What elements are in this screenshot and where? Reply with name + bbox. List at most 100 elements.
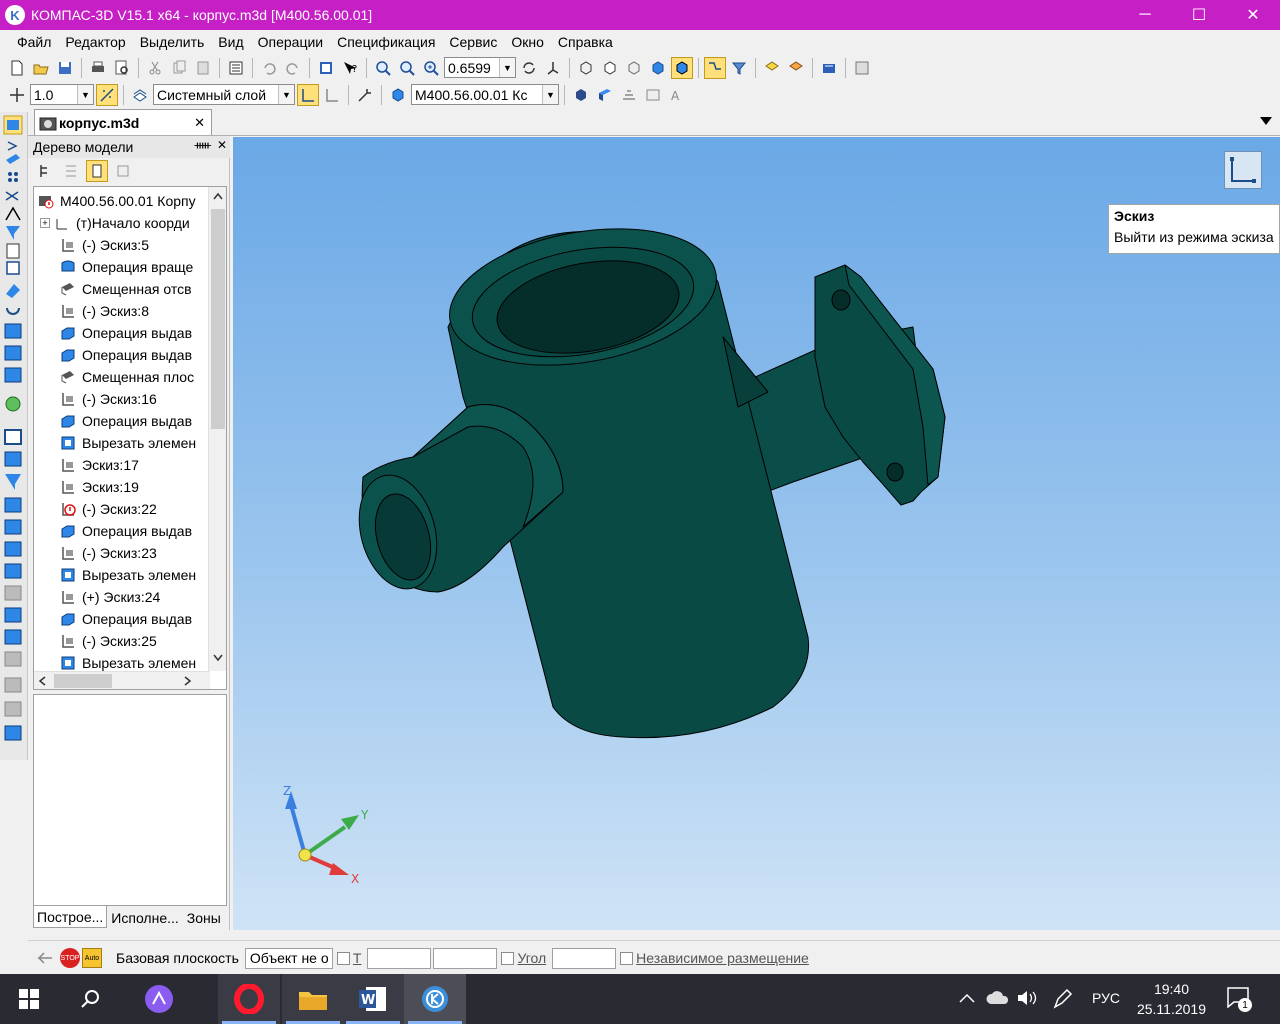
chevron-down-icon[interactable]: ▼ — [278, 85, 294, 104]
text-icon[interactable]: A — [666, 84, 688, 106]
tab-construction[interactable]: Построе... — [33, 906, 108, 928]
tree-item[interactable]: (+) Эскиз:24 — [60, 586, 226, 608]
help-pointer-icon[interactable]: ? — [339, 57, 361, 79]
stop-button[interactable]: STOP — [60, 948, 80, 968]
assistant-button[interactable] — [128, 974, 190, 1024]
new-file-icon[interactable] — [6, 57, 28, 79]
zoom-window-icon[interactable] — [372, 57, 394, 79]
tree-item[interactable]: Операция выдав — [60, 344, 226, 366]
taskbar-opera[interactable] — [218, 974, 280, 1024]
step-icon[interactable] — [6, 84, 28, 106]
thin-lines-icon[interactable] — [623, 57, 645, 79]
tree-item[interactable]: Операция выдав — [60, 410, 226, 432]
chevron-down-icon[interactable]: ▼ — [77, 85, 93, 104]
search-button[interactable] — [60, 974, 122, 1024]
menu-help[interactable]: Справка — [551, 34, 620, 50]
tree-root[interactable]: М400.56.00.01 Корпу — [38, 190, 208, 212]
open-file-icon[interactable] — [30, 57, 52, 79]
tree-horizontal-scrollbar[interactable] — [34, 671, 210, 689]
chevron-down-icon[interactable]: ▼ — [499, 58, 515, 77]
tree-filter-icon[interactable] — [60, 160, 82, 182]
print-icon[interactable] — [87, 57, 109, 79]
menu-window[interactable]: Окно — [504, 34, 551, 50]
designation-combo[interactable]: М400.56.00.01 Кс ▼ — [411, 84, 559, 105]
menu-operations[interactable]: Операции — [251, 34, 331, 50]
taskbar-explorer[interactable] — [282, 974, 344, 1024]
menu-editor[interactable]: Редактор — [58, 34, 132, 50]
menu-service[interactable]: Сервис — [442, 34, 504, 50]
orientation-icon[interactable] — [542, 57, 564, 79]
tree-item[interactable]: Смещенная плос — [60, 366, 226, 388]
cut-icon[interactable] — [144, 57, 166, 79]
tree-item[interactable]: (-) Эскиз:5 — [60, 234, 226, 256]
chevron-up-icon[interactable] — [958, 992, 976, 1004]
tree-vertical-scrollbar[interactable] — [208, 187, 226, 671]
color-icon[interactable] — [570, 84, 592, 106]
menu-view[interactable]: Вид — [211, 34, 250, 50]
tree-item[interactable]: (-) Эскиз:22 — [60, 498, 226, 520]
tree-extra-icon[interactable] — [112, 160, 134, 182]
properties-icon[interactable] — [225, 57, 247, 79]
object-field[interactable]: Объект не о — [244, 947, 333, 969]
start-button[interactable] — [0, 974, 58, 1024]
table-icon[interactable] — [642, 84, 664, 106]
scroll-left-icon[interactable] — [38, 676, 46, 686]
shaded-icon[interactable] — [647, 57, 669, 79]
tree-item[interactable]: Операция выдав — [60, 520, 226, 542]
material-icon[interactable] — [594, 84, 616, 106]
designation-icon[interactable] — [387, 84, 409, 106]
local-cs-icon[interactable] — [321, 84, 343, 106]
filter-icon[interactable] — [728, 57, 750, 79]
zoom-scale-combo[interactable]: 0.6599 ▼ — [444, 57, 516, 78]
variables-icon[interactable] — [851, 57, 873, 79]
manager-icon[interactable] — [315, 57, 337, 79]
t-field-2[interactable] — [433, 947, 498, 969]
taskbar-word[interactable]: W — [342, 974, 404, 1024]
tab-zones[interactable]: Зоны — [183, 906, 225, 928]
shaded-edges-icon[interactable] — [671, 56, 693, 79]
tree-item[interactable]: Эскиз:17 — [60, 454, 226, 476]
paste-icon[interactable] — [192, 57, 214, 79]
undo-icon[interactable] — [258, 57, 280, 79]
tree-item[interactable]: Эскиз:19 — [60, 476, 226, 498]
close-button[interactable]: ✕ — [1226, 0, 1280, 30]
scroll-right-icon[interactable] — [184, 676, 192, 686]
3d-viewport[interactable]: Z Y X Эскиз Выйти из режима эскиза — [233, 137, 1280, 930]
cloud-icon[interactable] — [986, 990, 1010, 1006]
step-combo[interactable]: 1.0 ▼ — [30, 84, 94, 105]
grid-snap-icon[interactable] — [96, 83, 118, 106]
library-icon[interactable] — [818, 57, 840, 79]
copy-icon[interactable] — [168, 57, 190, 79]
volume-icon[interactable] — [1016, 989, 1038, 1007]
redo-icon[interactable] — [282, 57, 304, 79]
tree-view-icon[interactable] — [86, 160, 108, 182]
tree-item[interactable]: Операция выдав — [60, 322, 226, 344]
layer-icon[interactable] — [129, 84, 151, 106]
perspective-icon[interactable] — [785, 57, 807, 79]
tree-item[interactable]: Операция выдав — [60, 608, 226, 630]
part-model[interactable]: Z Y X — [233, 137, 1280, 930]
close-icon[interactable]: ✕ — [217, 138, 227, 152]
tree-item[interactable]: (-) Эскиз:25 — [60, 630, 226, 652]
layer-combo[interactable]: Системный слой ▼ — [153, 84, 295, 105]
tree-structure-icon[interactable] — [34, 160, 56, 182]
tab-list-dropdown-icon[interactable] — [1260, 116, 1272, 126]
independent-checkbox[interactable] — [620, 951, 634, 965]
scrollbar-thumb[interactable] — [211, 209, 225, 429]
pen-icon[interactable] — [1052, 988, 1074, 1010]
sketch-mode-icon[interactable] — [297, 83, 319, 106]
hidden-lines-icon[interactable] — [599, 57, 621, 79]
language-indicator[interactable]: РУС — [1092, 990, 1120, 1006]
auto-button[interactable]: Auto — [82, 948, 102, 968]
chevron-down-icon[interactable]: ▼ — [542, 85, 558, 104]
back-arrow-icon[interactable] — [34, 947, 56, 969]
menu-select[interactable]: Выделить — [133, 34, 212, 50]
tab-versions[interactable]: Исполне... — [107, 906, 182, 928]
zoom-scale-icon[interactable] — [420, 57, 442, 79]
close-icon[interactable]: ✕ — [194, 115, 205, 131]
tree-item[interactable]: Вырезать элемен — [60, 564, 226, 586]
rotate-icon[interactable] — [518, 57, 540, 79]
t-field-1[interactable] — [367, 947, 432, 969]
mcx-icon[interactable] — [618, 84, 640, 106]
sketch-snap-icon[interactable] — [704, 56, 726, 79]
